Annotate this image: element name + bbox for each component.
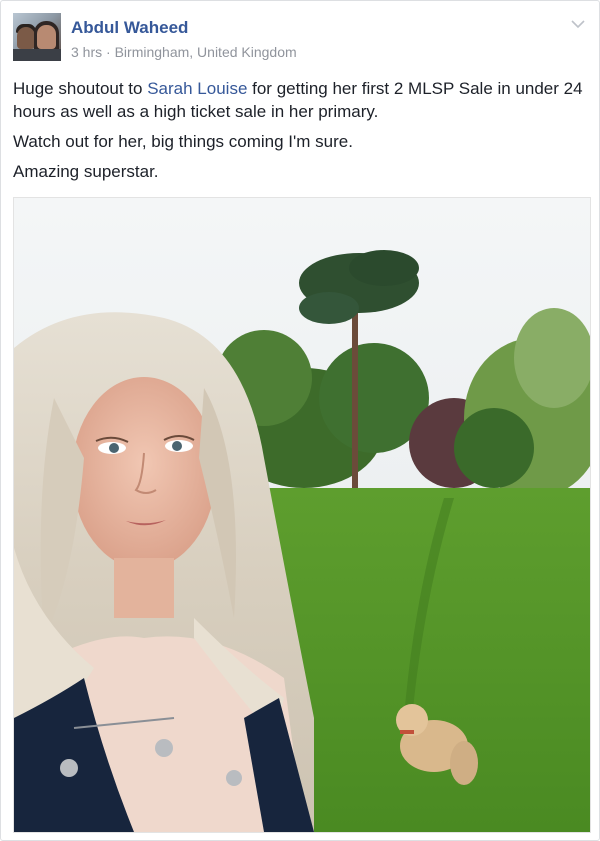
- post-paragraph: Amazing superstar.: [13, 162, 159, 181]
- post-paragraph: Watch out for her, big things coming I'm…: [13, 132, 353, 151]
- meta-separator: ·: [102, 44, 115, 60]
- post-meta: 3 hrs · Birmingham, United Kingdom: [71, 44, 297, 60]
- text-segment: Huge shoutout to: [13, 79, 148, 98]
- post-location[interactable]: Birmingham, United Kingdom: [115, 44, 297, 60]
- post-card: Abdul Waheed 3 hrs · Birmingham, United …: [0, 0, 600, 841]
- author-name[interactable]: Abdul Waheed: [71, 18, 188, 38]
- post-body: Huge shoutout to Sarah Louise for gettin…: [13, 77, 593, 190]
- author-avatar[interactable]: [13, 13, 61, 61]
- mention-link[interactable]: Sarah Louise: [147, 79, 247, 98]
- post-time[interactable]: 3 hrs: [71, 44, 102, 60]
- selfie-photo: [14, 198, 590, 832]
- chevron-down-icon[interactable]: [571, 19, 585, 29]
- post-header: Abdul Waheed 3 hrs · Birmingham, United …: [13, 13, 589, 65]
- post-photo[interactable]: [13, 197, 591, 833]
- post-paragraph: Huge shoutout to Sarah Louise for gettin…: [13, 77, 593, 123]
